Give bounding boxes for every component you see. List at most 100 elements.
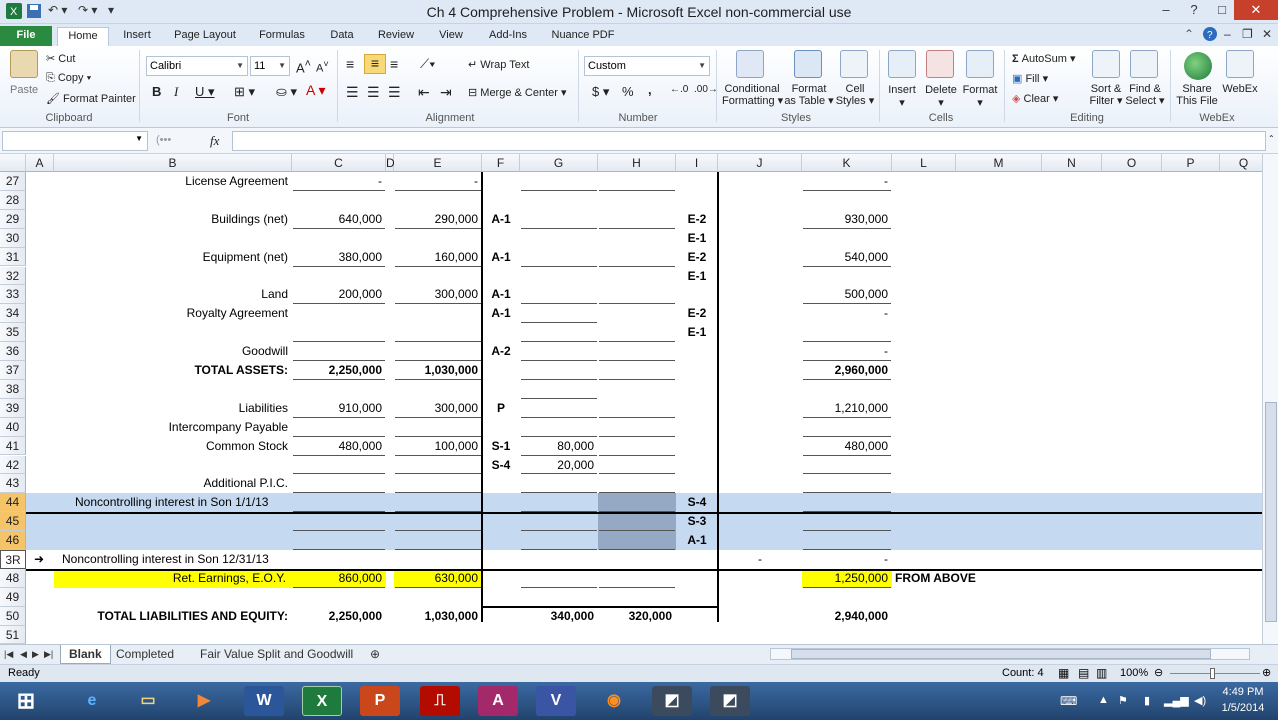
column-header-g[interactable]: G — [520, 154, 598, 172]
minimize-button[interactable]: – — [1152, 0, 1180, 20]
cell-i-34[interactable]: E-2 — [676, 304, 718, 323]
currency-icon[interactable]: $ ▾ — [592, 84, 609, 100]
increase-indent-icon[interactable]: ⇥ — [440, 84, 452, 101]
firefox-icon[interactable]: ◉ — [594, 686, 634, 716]
vertical-scrollbar[interactable] — [1262, 154, 1278, 644]
media-player-icon[interactable]: ▶ — [184, 686, 224, 716]
wrap-text-button[interactable]: ↵ Wrap Text — [468, 58, 529, 71]
sheet-nav-next-icon[interactable]: ▶ — [30, 645, 41, 664]
row-header[interactable]: 50 — [0, 606, 26, 626]
file-explorer-icon[interactable]: ▭ — [128, 686, 168, 716]
recorder-icon[interactable]: ◩ — [710, 686, 750, 716]
merge-center-button[interactable]: ⊟ Merge & Center ▾ — [468, 86, 567, 99]
decrease-decimal-icon[interactable]: .00→ — [694, 84, 718, 95]
cell-g-41[interactable]: 80,000 — [520, 437, 598, 456]
cell-k-34[interactable]: - — [802, 304, 892, 323]
cell-e-31[interactable]: 160,000 — [394, 248, 482, 267]
network-icon[interactable]: ▂▄▆ — [1164, 694, 1189, 707]
internet-explorer-icon[interactable]: e — [72, 686, 112, 716]
cell-b-41[interactable]: Common Stock — [54, 437, 292, 456]
row-header[interactable]: 48 — [0, 568, 26, 588]
cell-l-48[interactable]: FROM ABOVE — [895, 569, 976, 588]
column-header-c[interactable]: C — [292, 154, 386, 172]
column-header-d[interactable]: D — [386, 154, 395, 172]
row-header[interactable]: 3R — [0, 550, 26, 569]
cell-k-48[interactable]: 1,250,000 — [802, 569, 892, 588]
row-header[interactable]: 38 — [0, 379, 26, 399]
copy-button[interactable]: ⎘ Copy ▾ — [46, 72, 91, 85]
row-header[interactable]: 30 — [0, 228, 26, 248]
zoom-slider-thumb[interactable] — [1210, 668, 1215, 679]
cell-j-3r[interactable]: - — [718, 550, 802, 569]
insert-cells-button[interactable]: Insert ▾ — [884, 84, 920, 109]
format-painter-button[interactable]: 🖌 Format Painter — [46, 92, 136, 105]
row-header[interactable]: 49 — [0, 587, 26, 607]
align-right-icon[interactable]: ☰ — [388, 84, 401, 101]
bold-icon[interactable]: B — [152, 84, 161, 99]
cell-c-27[interactable]: - — [292, 172, 386, 191]
format-as-table-button[interactable]: Format as Table ▾ — [784, 83, 834, 107]
cell-f-39[interactable]: P — [482, 399, 520, 418]
cell-c-29[interactable]: 640,000 — [292, 210, 386, 229]
cell-f-42[interactable]: S-4 — [482, 456, 520, 475]
sheet-tab-blank[interactable]: Blank — [60, 645, 111, 664]
cell-b-27[interactable]: License Agreement — [54, 172, 292, 191]
horizontal-scrollbar[interactable] — [770, 648, 1250, 660]
cell-b-31[interactable]: Equipment (net) — [54, 248, 292, 267]
cell-i-32[interactable]: E-1 — [676, 267, 718, 286]
cell-h-50[interactable]: 320,000 — [598, 607, 676, 626]
clock-time[interactable]: 4:49 PM — [1218, 686, 1268, 698]
cell-b-33[interactable]: Land — [54, 285, 292, 304]
row-header[interactable]: 46 — [0, 531, 26, 550]
row-header[interactable]: 32 — [0, 266, 26, 286]
access-icon[interactable]: A — [478, 686, 518, 716]
font-name-select[interactable]: Calibri ▼ — [146, 56, 248, 76]
visio-icon[interactable]: V — [536, 686, 576, 716]
row-header[interactable]: 40 — [0, 417, 26, 437]
cell-i-30[interactable]: E-1 — [676, 229, 718, 248]
cell-c-50[interactable]: 2,250,000 — [292, 607, 386, 626]
cell-e-41[interactable]: 100,000 — [394, 437, 482, 456]
row-header[interactable]: 44 — [0, 493, 26, 513]
format-cells-icon[interactable] — [966, 50, 994, 78]
cell-k-33[interactable]: 500,000 — [802, 285, 892, 304]
tab-add-ins[interactable]: Add-Ins — [482, 27, 534, 46]
cell-b-39[interactable]: Liabilities — [54, 399, 292, 418]
horizontal-scroll-thumb[interactable] — [791, 649, 1211, 659]
row-header[interactable]: 45 — [0, 512, 26, 532]
cell-e-33[interactable]: 300,000 — [394, 285, 482, 304]
number-format-select[interactable]: Custom ▼ — [584, 56, 710, 76]
ribbon-collapse-icon[interactable]: ⌃ — [1184, 27, 1194, 45]
row-header[interactable]: 35 — [0, 323, 26, 343]
conditional-formatting-button[interactable]: Conditional Formatting ▾ — [722, 83, 783, 107]
cell-k-37[interactable]: 2,960,000 — [802, 361, 892, 380]
find-select-icon[interactable] — [1130, 50, 1158, 78]
cell-b-44[interactable]: Noncontrolling interest in Son 1/1/13 — [54, 493, 292, 512]
fill-button[interactable]: ▣ Fill ▾ — [1012, 72, 1048, 85]
row-header[interactable]: 39 — [0, 398, 26, 418]
format-as-table-icon[interactable] — [794, 50, 822, 78]
zoom-slider[interactable] — [1170, 673, 1260, 674]
cell-e-27[interactable]: - — [394, 172, 482, 191]
cell-b-43[interactable]: Additional P.I.C. — [54, 474, 292, 493]
cell-styles-icon[interactable] — [840, 50, 868, 78]
column-header-q[interactable]: Q — [1220, 154, 1268, 172]
name-box[interactable]: ▼ — [2, 131, 148, 151]
vertical-scroll-thumb[interactable] — [1265, 402, 1277, 622]
doc-minimize-icon[interactable]: – — [1224, 27, 1231, 45]
share-file-icon[interactable] — [1184, 52, 1212, 80]
page-layout-view-icon[interactable]: ▤ — [1078, 666, 1089, 680]
cell-e-50[interactable]: 1,030,000 — [394, 607, 482, 626]
increase-decimal-icon[interactable]: ←.0 — [670, 84, 688, 95]
volume-icon[interactable]: ◀) — [1194, 694, 1206, 707]
cell-k-36[interactable]: - — [802, 342, 892, 361]
insert-sheet-icon[interactable]: ⊕ — [362, 645, 388, 664]
cell-b-34[interactable]: Royalty Agreement — [54, 304, 292, 323]
underline-icon[interactable]: U ▾ — [195, 84, 215, 100]
expand-formula-icon[interactable]: ⌃ — [1268, 134, 1275, 143]
cell-b-3r[interactable]: Noncontrolling interest in Son 12/31/13 — [54, 550, 292, 569]
column-header-k[interactable]: K — [802, 154, 892, 172]
cell-k-29[interactable]: 930,000 — [802, 210, 892, 229]
cell-b-40[interactable]: Intercompany Payable — [54, 418, 292, 437]
cell-i-29[interactable]: E-2 — [676, 210, 718, 229]
